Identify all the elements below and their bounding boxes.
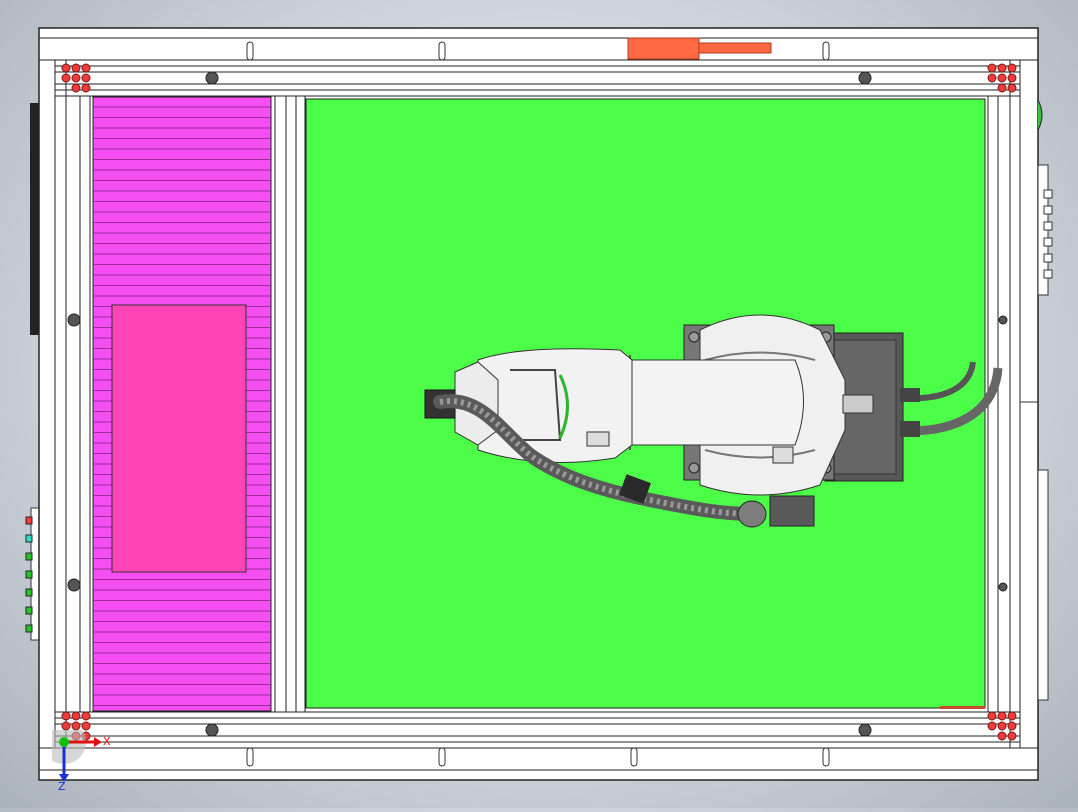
corner-bolt bbox=[987, 711, 997, 721]
status-led-strip bbox=[25, 507, 41, 641]
corner-bolt bbox=[81, 711, 91, 721]
corner-bolt bbox=[997, 73, 1007, 83]
right-side-components bbox=[1037, 99, 1053, 701]
corner-bolt bbox=[1007, 63, 1017, 73]
corner-bolt bbox=[61, 63, 71, 73]
corner-bolt bbox=[61, 711, 71, 721]
corner-bolt bbox=[1007, 73, 1017, 83]
status-led-icon bbox=[25, 552, 33, 561]
conveyor-zone bbox=[92, 96, 272, 712]
conveyor-pad bbox=[111, 304, 247, 573]
status-led-icon bbox=[25, 516, 33, 525]
corner-bolt bbox=[1007, 721, 1017, 731]
corner-bolt bbox=[61, 73, 71, 83]
x-axis-label: X bbox=[103, 735, 111, 748]
corner-bolt bbox=[81, 63, 91, 73]
corner-bolt bbox=[81, 83, 91, 93]
corner-bolt bbox=[997, 83, 1007, 93]
corner-bolt bbox=[81, 721, 91, 731]
corner-bolt bbox=[1007, 731, 1017, 741]
corner-bolt bbox=[987, 73, 997, 83]
view-triad-icon[interactable]: X Z bbox=[52, 730, 112, 790]
corner-bolt bbox=[71, 73, 81, 83]
corner-bolt bbox=[997, 731, 1007, 741]
corner-bolt bbox=[997, 711, 1007, 721]
status-led-icon bbox=[25, 570, 33, 579]
corner-bolt bbox=[71, 711, 81, 721]
cad-scene[interactable] bbox=[0, 0, 1078, 808]
corner-bolt bbox=[71, 83, 81, 93]
origin-marker bbox=[59, 737, 69, 747]
corner-bolt bbox=[61, 721, 71, 731]
corner-bolt bbox=[987, 721, 997, 731]
corner-bolt bbox=[987, 63, 997, 73]
cad-viewport[interactable]: X Z bbox=[0, 0, 1078, 808]
corner-bolt bbox=[997, 63, 1007, 73]
corner-bolt bbox=[997, 721, 1007, 731]
floor-edge-marker bbox=[940, 706, 985, 709]
status-led-icon bbox=[25, 624, 33, 633]
status-led-icon bbox=[25, 588, 33, 597]
corner-bolt bbox=[1007, 711, 1017, 721]
status-led-icon bbox=[25, 606, 33, 615]
z-axis-label: Z bbox=[58, 780, 66, 790]
corner-bolt bbox=[1007, 83, 1017, 93]
corner-bolt bbox=[71, 721, 81, 731]
corner-bolt bbox=[81, 73, 91, 83]
status-led-icon bbox=[25, 534, 33, 543]
left-side-panel bbox=[30, 103, 39, 335]
corner-bolt bbox=[71, 63, 81, 73]
